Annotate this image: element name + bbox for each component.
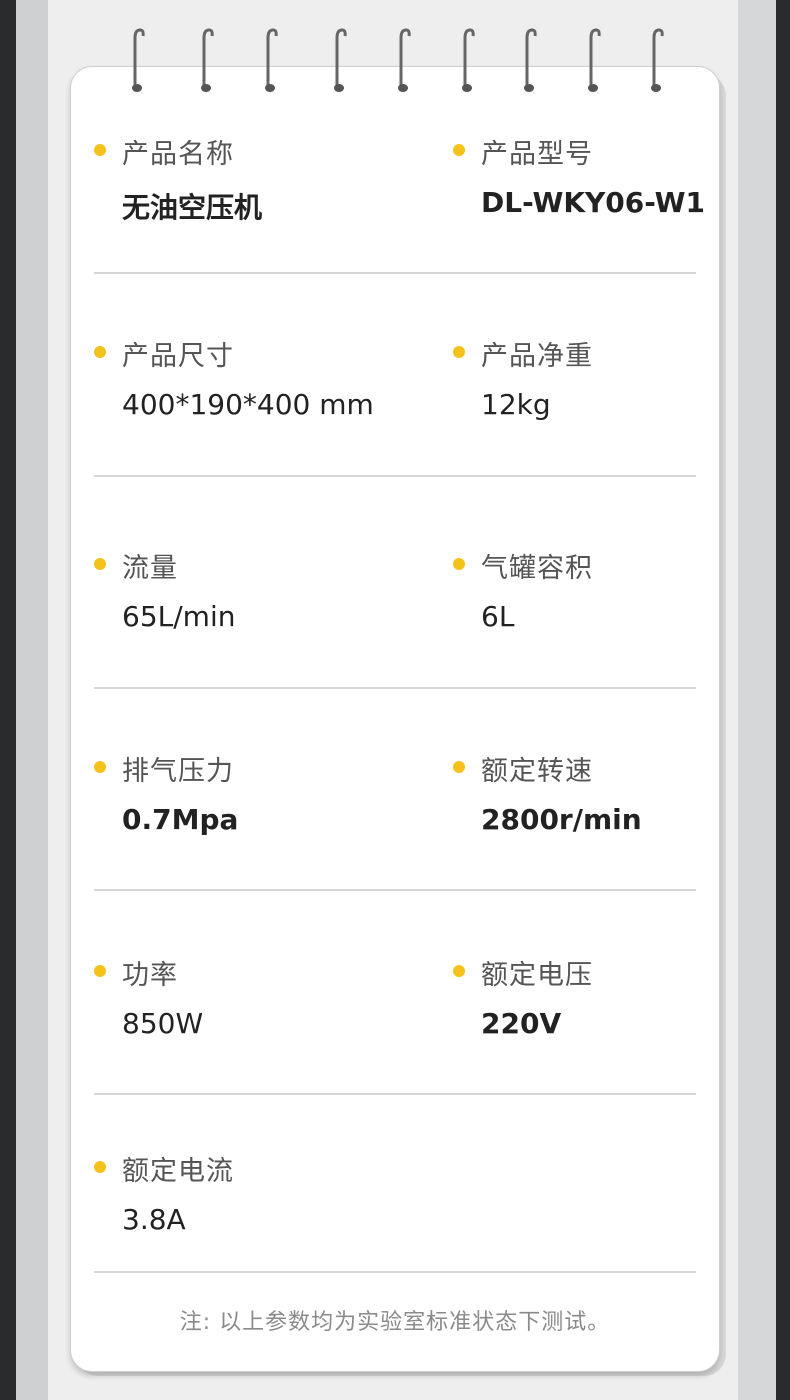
spec-label: 产品净重 (481, 341, 593, 372)
row-divider (94, 1093, 696, 1095)
spec-label: 额定转速 (481, 756, 593, 787)
spec-value: 0.7Mpa (122, 803, 239, 836)
spec-label: 额定电压 (481, 960, 593, 991)
spiral-ring-icon (461, 28, 475, 94)
left-dark-band (0, 0, 16, 1400)
bullet-dot-icon (94, 144, 106, 156)
bullet-dot-icon (453, 558, 465, 570)
spec-label: 产品尺寸 (122, 341, 234, 372)
spec-value: DL-WKY06-W1 (481, 186, 705, 219)
bullet-dot-icon (453, 965, 465, 977)
spec-label: 气罐容积 (481, 553, 593, 584)
bullet-dot-icon (94, 558, 106, 570)
spec-value: 850W (122, 1007, 204, 1040)
spec-label: 产品名称 (122, 139, 234, 170)
spiral-ring-icon (587, 28, 601, 94)
spec-value: 12kg (481, 388, 551, 421)
spec-label: 功率 (122, 960, 178, 991)
footnote: 注: 以上参数均为实验室标准状态下测试。 (179, 1310, 611, 1335)
row-divider (94, 1271, 696, 1273)
bullet-dot-icon (94, 346, 106, 358)
spec-label: 额定电流 (122, 1156, 234, 1187)
spec-value: 6L (481, 600, 515, 633)
row-divider (94, 889, 696, 891)
spec-value: 3.8A (122, 1203, 186, 1236)
spiral-ring-icon (200, 28, 214, 94)
spec-value: 2800r/min (481, 803, 642, 836)
spec-value: 400*190*400 mm (122, 388, 374, 421)
spec-value: 220V (481, 1007, 562, 1040)
bullet-dot-icon (453, 144, 465, 156)
bullet-dot-icon (453, 346, 465, 358)
row-divider (94, 687, 696, 689)
bullet-dot-icon (94, 761, 106, 773)
spiral-ring-icon (264, 28, 278, 94)
left-gray-band (16, 0, 48, 1400)
row-divider (94, 475, 696, 477)
spec-value: 无油空压机 (122, 191, 263, 224)
bullet-dot-icon (94, 1161, 106, 1173)
bullet-dot-icon (453, 761, 465, 773)
spiral-ring-icon (397, 28, 411, 94)
spec-label: 流量 (122, 553, 178, 584)
spiral-ring-icon (131, 28, 145, 94)
bullet-dot-icon (94, 965, 106, 977)
right-dark-band (776, 0, 790, 1400)
spec-label: 排气压力 (122, 756, 234, 787)
spec-label: 产品型号 (481, 139, 593, 170)
row-divider (94, 272, 696, 274)
right-gray-band (738, 0, 776, 1400)
spiral-ring-icon (523, 28, 537, 94)
spiral-ring-icon (650, 28, 664, 94)
spiral-ring-icon (333, 28, 347, 94)
spec-value: 65L/min (122, 600, 236, 633)
